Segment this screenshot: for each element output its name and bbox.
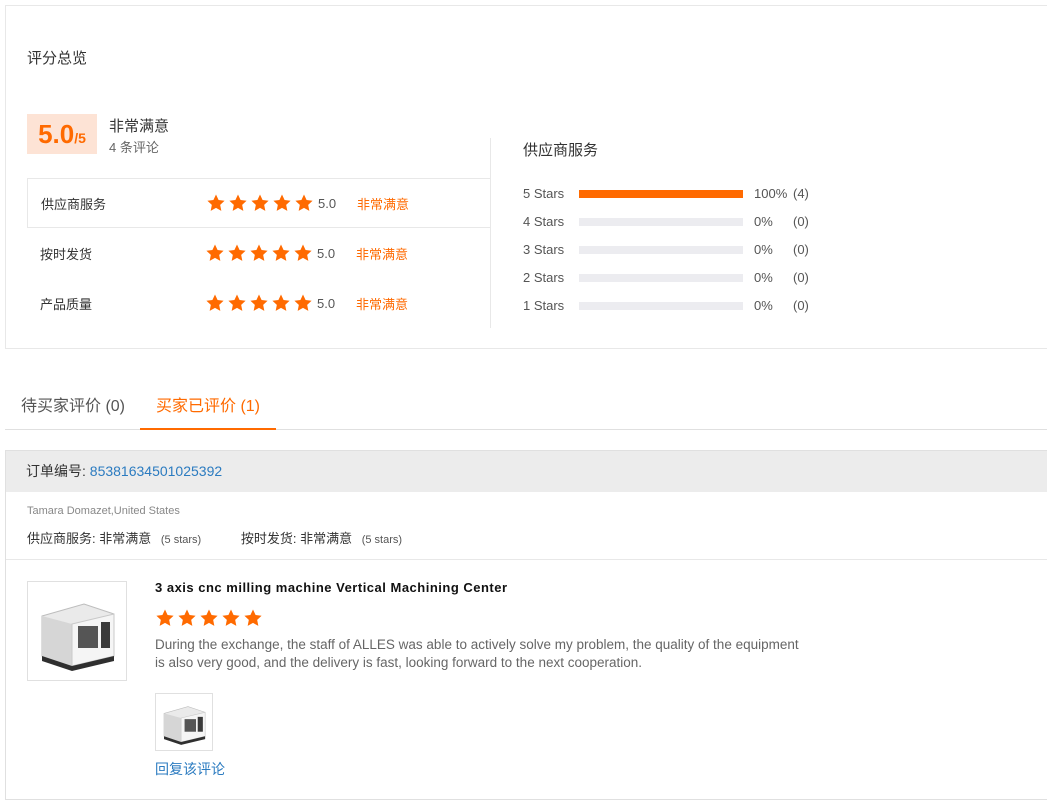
distribution-count: (0) [793,298,809,313]
star-icon [294,294,312,311]
star-level-label: 2 Stars [523,270,565,285]
review-card: 订单编号: 85381634501025392 Tamara Domazet,U… [5,450,1047,800]
distribution-percent: 100% [754,186,788,201]
distribution-bar [579,274,743,282]
distribution-count: (0) [793,214,809,229]
star-icon [244,609,262,626]
supplier-service-title: 供应商服务 [523,142,599,159]
tab-buyer-reviewed[interactable]: 买家已评价 (1) [140,384,277,430]
distribution-count: (0) [793,270,809,285]
star-icon [250,294,268,311]
cnc-machine-icon [41,603,115,671]
star-icon [250,244,268,261]
buyer-name: Tamara Domazet,United States [27,505,180,517]
overall-score-max: /5 [74,130,86,146]
dimension-word: 非常满意 [356,246,409,262]
distribution-bar-fill [579,190,743,198]
review-photo-thumbnail[interactable] [155,693,213,751]
star-icon [273,194,291,211]
star-level-label: 1 Stars [523,298,565,313]
dimension-stars [205,293,313,313]
dimension-label: 供应商服务 [41,196,107,212]
dimension-word: 非常满意 [357,196,410,212]
star-distribution-row: 1 Stars 0% (0) [523,296,823,316]
dimension-value: 5.0 [318,195,337,211]
star-icon [294,244,312,261]
overall-score-word: 非常满意 [109,118,170,135]
distribution-bar [579,246,743,254]
dimension-label: 按时发货 [40,246,93,262]
review-rating-stars [155,608,263,628]
order-bar: 订单编号: 85381634501025392 [6,451,1047,492]
star-icon [206,244,224,261]
star-icon [156,609,174,626]
dimension-label: 产品质量 [40,296,93,312]
star-distribution-row: 2 Stars 0% (0) [523,268,823,288]
distribution-percent: 0% [754,242,773,257]
star-icon [207,194,225,211]
star-icon [206,294,224,311]
star-level-label: 4 Stars [523,214,565,229]
dimension-value: 5.0 [317,295,336,311]
distribution-bar [579,302,743,310]
review-tabs: 待买家评价 (0) 买家已评价 (1) [5,384,1047,430]
star-icon [228,294,246,311]
supplier-rating-label: 供应商服务: [27,531,100,546]
star-icon [229,194,247,211]
rating-summary-panel: 评分总览 5.0 /5 非常满意 4 条评论 供应商服务 5.0 非常满意 按时… [5,5,1047,349]
tab-pending-reviews[interactable]: 待买家评价 (0) [5,384,141,430]
product-title[interactable]: 3 axis cnc milling machine Vertical Mach… [155,580,508,595]
reply-review-link[interactable]: 回复该评论 [155,759,225,779]
dimension-stars [206,193,314,213]
delivery-rating-stars: (5 stars) [361,534,403,546]
dimension-word: 非常满意 [356,296,409,312]
delivery-rating-word: 非常满意 [300,531,353,546]
divider [490,138,491,178]
star-distribution-row: 5 Stars 100% (4) [523,184,823,204]
overall-score: 5.0 [38,119,75,149]
distribution-percent: 0% [754,214,773,229]
supplier-rating-stars: (5 stars) [160,534,202,546]
star-icon [200,609,218,626]
star-icon [272,294,290,311]
star-icon [178,609,196,626]
distribution-percent: 0% [754,298,773,313]
divider [6,559,1047,560]
star-icon [222,609,240,626]
dimension-value: 5.0 [317,245,336,261]
delivery-rating-label: 按时发货: [240,531,301,546]
product-image[interactable] [27,581,127,681]
star-icon [228,244,246,261]
summary-title: 评分总览 [27,50,88,67]
buyer-ratings: 供应商服务: 非常满意 (5 stars) 按时发货: 非常满意 (5 star… [27,528,402,547]
dimension-row-supplier-service: 供应商服务 5.0 非常满意 [27,178,491,228]
dimension-row-product-quality: 产品质量 5.0 非常满意 [27,278,491,328]
star-level-label: 3 Stars [523,242,565,257]
distribution-count: (0) [793,242,809,257]
order-number-link[interactable]: 85381634501025392 [90,463,222,479]
dimension-stars [205,243,313,263]
star-distribution-row: 3 Stars 0% (0) [523,240,823,260]
distribution-bar [579,218,743,226]
review-count: 4 条评论 [109,140,159,155]
distribution-percent: 0% [754,270,773,285]
distribution-bar [579,190,743,198]
overall-score-badge: 5.0 /5 [27,114,97,154]
star-icon [272,244,290,261]
star-distribution-row: 4 Stars 0% (0) [523,212,823,232]
supplier-rating-word: 非常满意 [99,531,152,546]
distribution-count: (4) [793,186,809,201]
review-text: During the exchange, the staff of ALLES … [155,637,799,670]
star-icon [295,194,313,211]
star-level-label: 5 Stars [523,186,565,201]
order-label: 订单编号: [26,463,90,479]
dimension-row-on-time-delivery: 按时发货 5.0 非常满意 [27,228,491,278]
star-icon [251,194,269,211]
cnc-machine-icon [163,706,206,745]
